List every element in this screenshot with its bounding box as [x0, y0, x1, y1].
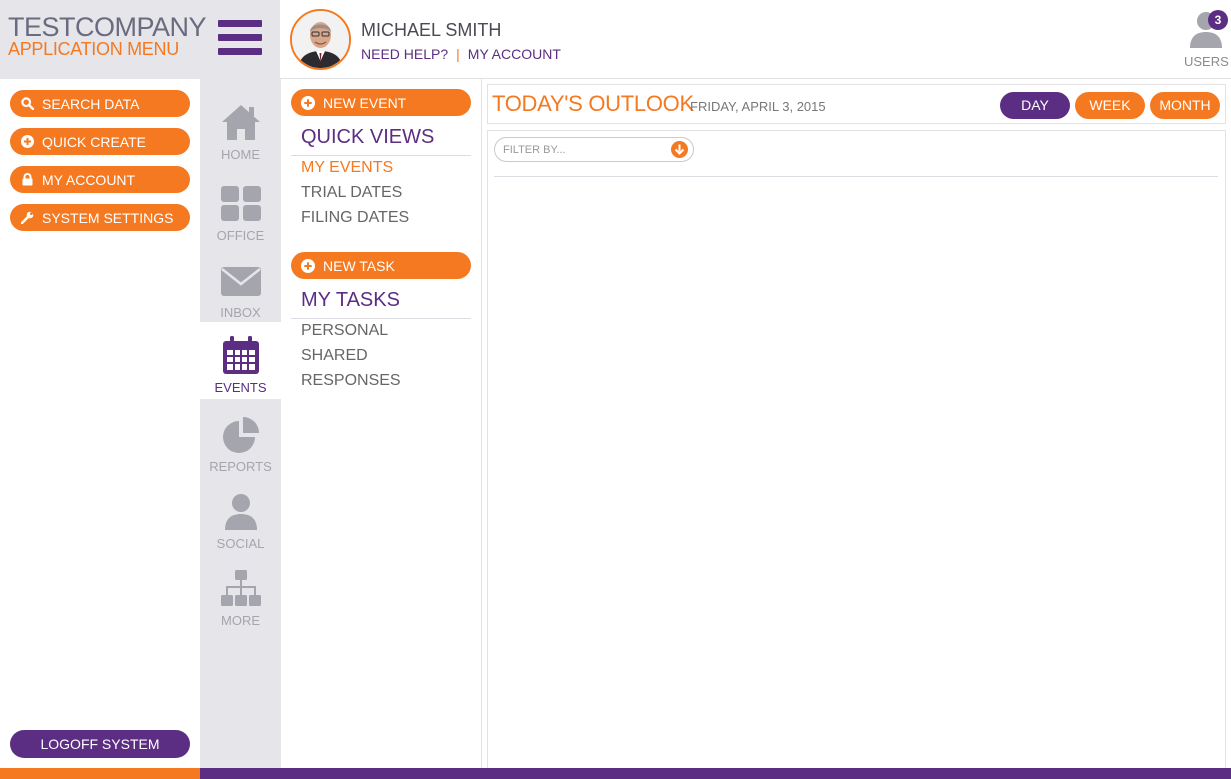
new-event-label: NEW EVENT: [323, 94, 407, 111]
task-shared[interactable]: SHARED: [301, 347, 368, 365]
quick-view-trial-dates[interactable]: TRIAL DATES: [301, 184, 402, 202]
outlook-header: TODAY'S OUTLOOK FRIDAY, APRIL 3, 2015 DA…: [487, 84, 1226, 124]
users-label: USERS: [1184, 54, 1229, 69]
hamburger-menu-icon[interactable]: [218, 20, 262, 58]
company-name-part1: TEST: [8, 12, 76, 42]
events-panel: NEW EVENT QUICK VIEWS MY EVENTS TRIAL DA…: [281, 79, 482, 768]
my-account-link[interactable]: MY ACCOUNT: [468, 46, 561, 62]
task-personal[interactable]: PERSONAL: [301, 322, 388, 340]
nav-home[interactable]: HOME: [200, 89, 281, 166]
footer-stripe-orange: [0, 768, 200, 779]
new-task-button[interactable]: NEW TASK: [291, 252, 471, 279]
left-sidebar: SEARCH DATA QUICK CREATE MY ACCOUNT SYST…: [0, 79, 200, 768]
outlook-title: TODAY'S OUTLOOK: [492, 91, 694, 116]
nav-social[interactable]: SOCIAL: [200, 478, 281, 555]
nav-events-label: EVENTS: [214, 380, 267, 395]
office-grid-icon: [221, 186, 261, 221]
footer-stripe-purple: [200, 768, 1231, 779]
nav-more-label: MORE: [221, 613, 260, 628]
users-count-badge: 3: [1208, 10, 1228, 30]
need-help-link[interactable]: NEED HELP?: [361, 46, 448, 62]
system-settings-label: SYSTEM SETTINGS: [42, 209, 174, 226]
filter-placeholder: FILTER BY...: [503, 144, 566, 156]
nav-inbox-label: INBOX: [220, 305, 261, 320]
users-button[interactable]: 3 USERS: [1184, 10, 1229, 70]
plus-circle-icon: [20, 135, 34, 149]
nav-office-label: OFFICE: [216, 228, 265, 243]
company-name: TESTCOMPANY: [8, 12, 207, 42]
search-data-button[interactable]: SEARCH DATA: [10, 90, 190, 117]
filter-dropdown[interactable]: FILTER BY...: [494, 137, 694, 162]
system-settings-button[interactable]: SYSTEM SETTINGS: [10, 204, 190, 231]
view-month-button[interactable]: MONTH: [1150, 92, 1220, 119]
nav-office[interactable]: OFFICE: [200, 170, 281, 247]
home-icon: [222, 105, 260, 140]
plus-circle-icon: [301, 258, 315, 273]
avatar-photo-icon: [292, 11, 349, 68]
sitemap-icon: [221, 570, 261, 606]
filter-divider: [494, 176, 1218, 177]
nav-reports[interactable]: REPORTS: [200, 401, 281, 478]
icon-navigation: HOME OFFICE INBOX EVENTS REPORTS SOCIAL …: [200, 79, 281, 768]
outlook-date: FRIDAY, APRIL 3, 2015: [690, 99, 826, 114]
view-week-button[interactable]: WEEK: [1075, 92, 1145, 119]
user-name: MICHAEL SMITH: [361, 20, 502, 40]
arrow-down-icon: [671, 141, 688, 158]
nav-reports-label: REPORTS: [209, 459, 272, 474]
pie-chart-icon: [223, 417, 259, 453]
outlook-body: FILTER BY...: [487, 130, 1226, 768]
search-icon: [20, 97, 34, 111]
quick-view-my-events[interactable]: MY EVENTS: [301, 159, 393, 177]
nav-social-label: SOCIAL: [216, 536, 265, 551]
main-content: TODAY'S OUTLOOK FRIDAY, APRIL 3, 2015 DA…: [482, 79, 1231, 768]
my-tasks-heading: MY TASKS: [291, 285, 471, 319]
company-name-part2: COMPANY: [75, 12, 207, 42]
nav-events[interactable]: EVENTS: [200, 322, 281, 399]
view-day-button[interactable]: DAY: [1000, 92, 1070, 119]
envelope-icon: [221, 267, 261, 296]
my-account-label: MY ACCOUNT: [42, 171, 136, 188]
plus-circle-icon: [301, 95, 315, 110]
user-avatar[interactable]: [290, 9, 351, 70]
nav-home-label: HOME: [221, 147, 260, 162]
quick-view-filing-dates[interactable]: FILING DATES: [301, 209, 409, 227]
person-icon: [225, 494, 257, 530]
task-responses[interactable]: RESPONSES: [301, 372, 401, 390]
new-task-label: NEW TASK: [323, 257, 395, 274]
link-separator: |: [456, 46, 460, 62]
lock-icon: [20, 173, 34, 187]
nav-inbox[interactable]: INBOX: [200, 247, 281, 324]
search-data-label: SEARCH DATA: [42, 95, 140, 112]
quick-create-button[interactable]: QUICK CREATE: [10, 128, 190, 155]
my-account-button[interactable]: MY ACCOUNT: [10, 166, 190, 193]
logoff-system-button[interactable]: LOGOFF SYSTEM: [10, 730, 190, 758]
brand-area: TESTCOMPANY APPLICATION MENU: [0, 0, 280, 79]
application-menu-label: APPLICATION MENU: [8, 39, 179, 59]
nav-more[interactable]: MORE: [200, 555, 281, 632]
quick-create-label: QUICK CREATE: [42, 133, 146, 150]
quick-views-heading: QUICK VIEWS: [291, 122, 471, 156]
user-links: NEED HELP? | MY ACCOUNT: [361, 46, 561, 62]
wrench-icon: [20, 211, 34, 225]
top-header: MICHAEL SMITH NEED HELP? | MY ACCOUNT 3 US…: [280, 0, 1231, 79]
new-event-button[interactable]: NEW EVENT: [291, 89, 471, 116]
calendar-icon: [223, 336, 259, 374]
